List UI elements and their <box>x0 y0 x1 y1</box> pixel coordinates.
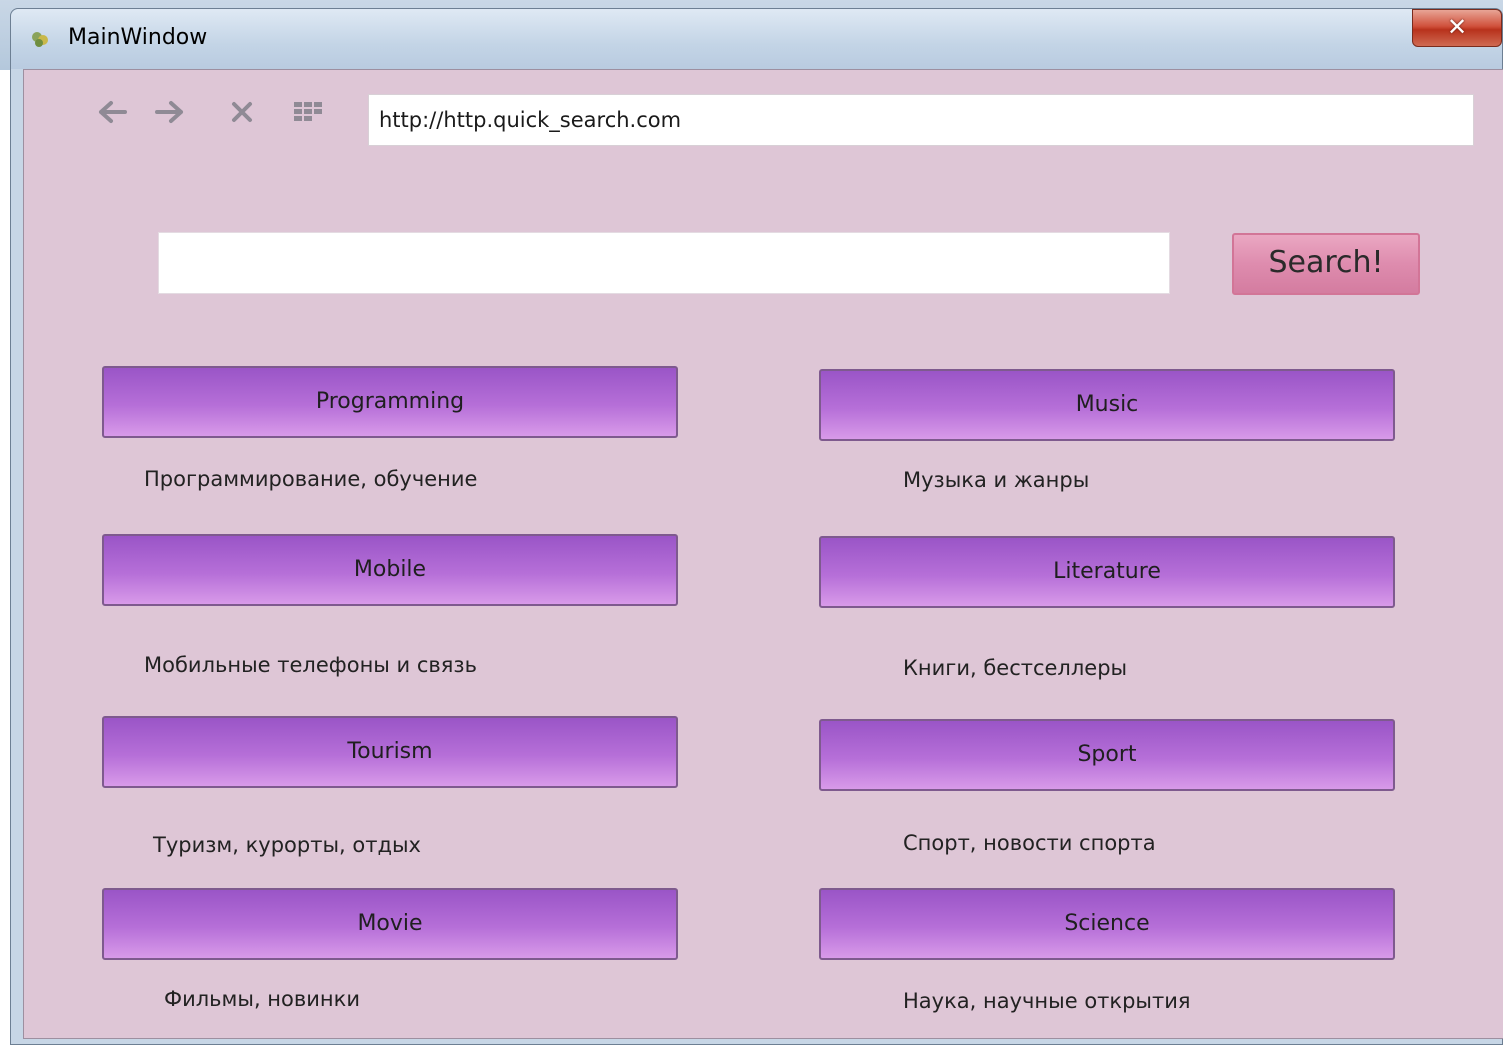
category-button-programming[interactable]: Programming <box>102 366 678 438</box>
title-bar[interactable]: MainWindow ✕ <box>11 9 1502 69</box>
category-button-literature[interactable]: Literature <box>819 536 1395 608</box>
category-button-sport[interactable]: Sport <box>819 719 1395 791</box>
app-icon <box>32 32 48 47</box>
search-input[interactable] <box>158 232 1170 294</box>
arrow-right-icon[interactable] <box>150 92 190 132</box>
arrow-left-icon[interactable] <box>92 92 132 132</box>
client-area: http://http.quick_search.com Search! Pro… <box>23 69 1503 1039</box>
category-button-mobile[interactable]: Mobile <box>102 534 678 606</box>
window-title: MainWindow <box>68 25 208 50</box>
category-description-tourism: Туризм, курорты, отдых <box>153 833 421 857</box>
category-description-programming: Программирование, обучение <box>144 467 478 491</box>
close-icon[interactable] <box>222 92 262 132</box>
main-window: MainWindow ✕ http://http.quick_search.co… <box>10 8 1503 1045</box>
window-close-button[interactable]: ✕ <box>1412 9 1502 47</box>
category-description-movie: Фильмы, новинки <box>164 987 360 1011</box>
category-button-music[interactable]: Music <box>819 369 1395 441</box>
category-button-movie[interactable]: Movie <box>102 888 678 960</box>
grid-icon[interactable] <box>288 92 328 132</box>
category-description-science: Наука, научные открытия <box>903 989 1191 1013</box>
category-button-science[interactable]: Science <box>819 888 1395 960</box>
url-bar[interactable]: http://http.quick_search.com <box>368 94 1474 146</box>
category-description-sport: Спорт, новости спорта <box>903 831 1156 855</box>
category-description-literature: Книги, бестселлеры <box>903 656 1128 680</box>
search-button[interactable]: Search! <box>1232 233 1420 295</box>
category-description-mobile: Мобильные телефоны и связь <box>144 653 477 677</box>
category-description-music: Музыка и жанры <box>903 468 1090 492</box>
category-button-tourism[interactable]: Tourism <box>102 716 678 788</box>
